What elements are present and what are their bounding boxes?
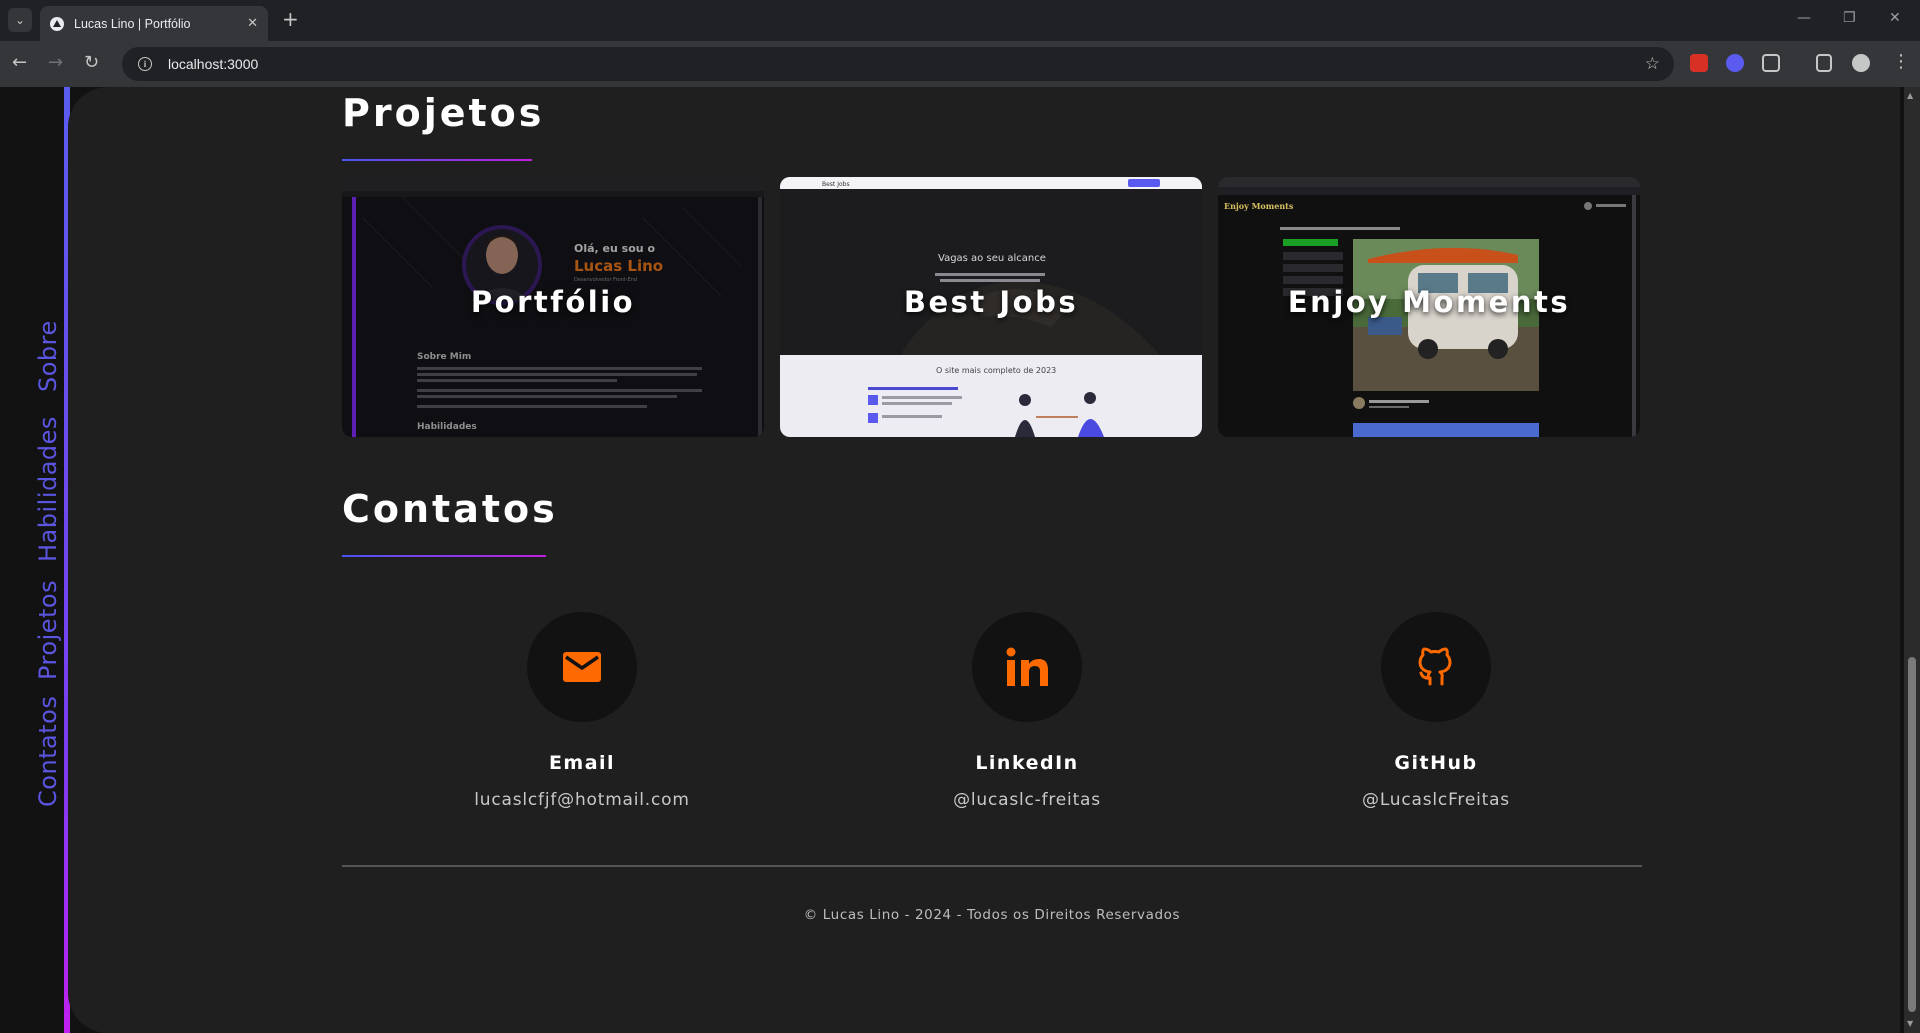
close-window-icon[interactable]: ✕ <box>1889 10 1901 26</box>
contact-value[interactable]: lucaslcfjf@hotmail.com <box>432 790 732 810</box>
sidebar-item-contatos[interactable]: Contatos <box>34 696 62 807</box>
page-viewport: Sobre Habilidades Projetos Contatos Proj… <box>0 87 1920 1033</box>
site-info-icon[interactable]: i <box>138 57 152 71</box>
contact-email[interactable]: Email lucaslcfjf@hotmail.com <box>432 612 732 810</box>
tab-title: Lucas Lino | Portfólio <box>74 16 191 31</box>
project-card-portfolio[interactable]: Olá, eu sou o Lucas Lino Desenvolvedor F… <box>342 177 764 437</box>
contact-linkedin[interactable]: LinkedIn @lucaslc-freitas <box>877 612 1177 810</box>
page-scrollbar[interactable]: ▲ ▼ <box>1904 87 1920 1033</box>
email-button[interactable] <box>527 612 637 722</box>
github-icon <box>1418 647 1452 686</box>
project-name: Enjoy Moments <box>1287 285 1571 319</box>
contact-label: GitHub <box>1394 752 1478 774</box>
minimize-icon[interactable]: — <box>1797 10 1811 26</box>
side-panel-icon[interactable] <box>1816 54 1832 72</box>
extension-red-icon[interactable] <box>1690 54 1708 72</box>
contact-github[interactable]: GitHub @LucaslcFreitas <box>1286 612 1586 810</box>
address-bar[interactable]: i localhost:3000 ☆ <box>122 47 1674 81</box>
sidebar-item-habilidades[interactable]: Habilidades <box>34 416 62 562</box>
footer-divider <box>342 865 1642 867</box>
restore-icon[interactable]: ❐ <box>1843 10 1856 26</box>
projects-title-underline <box>342 159 532 161</box>
preview-subtitle: O site mais completo de 2023 <box>936 366 1056 375</box>
extension-purple-icon[interactable] <box>1726 54 1744 72</box>
sidebar-item-projetos[interactable]: Projetos <box>34 580 62 680</box>
contact-label: LinkedIn <box>975 752 1079 774</box>
linkedin-icon <box>1006 647 1048 686</box>
tab-search-chevron-down-icon[interactable]: ⌄ <box>8 8 32 32</box>
projects-section-title: Projetos <box>342 91 545 135</box>
preview-brand: Best Jobs <box>822 181 850 188</box>
contact-value[interactable]: @LucaslcFreitas <box>1286 790 1586 810</box>
reload-icon[interactable]: ↻ <box>84 53 99 73</box>
url-text: localhost:3000 <box>168 56 259 72</box>
scrollbar-thumb[interactable] <box>1908 657 1916 1012</box>
contacts-section-title: Contatos <box>342 487 558 531</box>
contact-label: Email <box>548 752 616 774</box>
menu-kebab-icon[interactable]: ⋮ <box>1892 52 1910 72</box>
linkedin-button[interactable] <box>972 612 1082 722</box>
forward-icon[interactable]: → <box>48 53 63 73</box>
preview-tagline: Vagas ao seu alcance <box>938 253 1046 264</box>
new-tab-plus-icon[interactable]: + <box>282 9 299 29</box>
project-card-enjoy-moments[interactable]: Enjoy Moments Enjoy Moments <box>1218 177 1640 437</box>
project-card-best-jobs[interactable]: Best Jobs Vagas ao seu alcance O site ma… <box>780 177 1202 437</box>
project-name: Portfólio <box>470 285 636 319</box>
contacts-title-underline <box>342 555 546 557</box>
favicon-icon <box>50 16 64 31</box>
github-button[interactable] <box>1381 612 1491 722</box>
preview-brand: Enjoy Moments <box>1224 201 1294 211</box>
profile-icon[interactable] <box>1852 54 1870 72</box>
contact-value[interactable]: @lucaslc-freitas <box>877 790 1177 810</box>
active-tab[interactable]: Lucas Lino | Portfólio ✕ <box>40 6 268 41</box>
project-name: Best Jobs <box>903 285 1079 319</box>
extensions-puzzle-icon[interactable] <box>1762 54 1780 72</box>
back-icon[interactable]: ← <box>12 53 27 73</box>
browser-toolbar: ← → ↻ i localhost:3000 ☆ ⋮ <box>0 41 1920 87</box>
browser-tab-strip: ⌄ Lucas Lino | Portfólio ✕ + — ❐ ✕ <box>0 0 1920 41</box>
scroll-down-icon[interactable]: ▼ <box>1907 1019 1913 1028</box>
mail-icon <box>563 652 601 682</box>
scroll-up-icon[interactable]: ▲ <box>1907 91 1913 100</box>
bookmark-star-icon[interactable]: ☆ <box>1645 54 1660 74</box>
footer-copyright: © Lucas Lino - 2024 - Todos os Direitos … <box>803 907 1181 923</box>
close-tab-icon[interactable]: ✕ <box>247 16 258 31</box>
sidebar-item-sobre[interactable]: Sobre <box>34 320 62 392</box>
